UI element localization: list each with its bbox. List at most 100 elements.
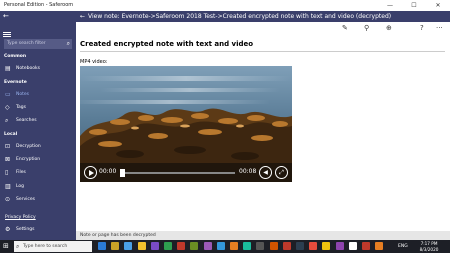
fullscreen-button[interactable]: ⤢ bbox=[275, 166, 288, 179]
taskbar-app-icon[interactable] bbox=[111, 242, 120, 250]
video-controls: 00:00 00:08 ◀ ⤢ bbox=[80, 163, 292, 182]
view-title: View note: Evernote->Saferoom 2018 Test-… bbox=[88, 13, 392, 20]
taskbar-app-icon[interactable] bbox=[309, 242, 318, 250]
note-title: Created encrypted note with text and vid… bbox=[80, 40, 254, 48]
windows-taskbar: ⊞ ⌕ Type here to search ENG 7:17 PM 8/3/… bbox=[0, 240, 450, 253]
sidebar-item-tags[interactable]: ◇ Tags bbox=[0, 102, 76, 114]
globe-icon[interactable]: ⊕ bbox=[386, 24, 392, 32]
taskbar-clock[interactable]: 7:17 PM 8/3/2020 bbox=[418, 241, 440, 252]
back-arrow-icon[interactable]: ← bbox=[3, 12, 9, 20]
search-icon: ⌕ bbox=[66, 40, 70, 47]
services-icon: ⊙ bbox=[5, 196, 11, 203]
taskbar-app-icon[interactable] bbox=[216, 242, 225, 250]
search-icon: ⌕ bbox=[16, 243, 20, 250]
taskbar-app-icon[interactable] bbox=[230, 242, 238, 250]
search-filter-placeholder: Type search filter bbox=[7, 41, 46, 46]
sidebar-item-decryption[interactable]: ⊡ Decryption bbox=[0, 141, 76, 153]
play-button[interactable] bbox=[84, 166, 97, 179]
volume-icon: ◀ bbox=[263, 169, 268, 176]
sidebar-item-label: Decryption bbox=[16, 144, 41, 149]
language-indicator[interactable]: ENG bbox=[398, 240, 408, 253]
status-text: Note or page has been decrypted bbox=[80, 233, 156, 238]
taskbar-app-icon[interactable] bbox=[282, 242, 291, 250]
sidebar-item-searches[interactable]: ⌕ Searches bbox=[0, 115, 76, 127]
taskbar-search-placeholder: Type here to search bbox=[23, 244, 68, 249]
back-arrow-icon[interactable]: ← bbox=[80, 11, 85, 22]
taskbar-app-icon[interactable] bbox=[269, 242, 278, 250]
fullscreen-icon: ⤢ bbox=[279, 169, 284, 176]
taskbar-app-icon[interactable] bbox=[150, 242, 159, 250]
volume-button[interactable]: ◀ bbox=[259, 166, 272, 179]
taskbar-app-icon[interactable] bbox=[98, 242, 106, 250]
file-icon: ▯ bbox=[5, 169, 9, 176]
taskbar-app-icon[interactable] bbox=[296, 242, 304, 250]
taskbar-app-icon[interactable] bbox=[177, 242, 186, 250]
taskbar-app-icon[interactable] bbox=[124, 242, 133, 250]
sidebar-item-label: Settings bbox=[16, 227, 35, 232]
sidebar-item-settings[interactable]: ⚙ Settings bbox=[0, 224, 76, 236]
sidebar-item-label: Encryption bbox=[16, 157, 41, 162]
section-local: Local bbox=[4, 132, 18, 137]
notebook-icon: ▤ bbox=[5, 65, 11, 72]
close-button[interactable]: ✕ bbox=[426, 0, 450, 11]
lock-icon: ⊠ bbox=[5, 156, 11, 163]
maximize-button[interactable]: ☐ bbox=[402, 0, 426, 11]
clock-time: 7:17 PM bbox=[420, 241, 438, 246]
clock-date: 8/3/2020 bbox=[419, 246, 439, 252]
sidebar-item-label: Services bbox=[16, 197, 35, 202]
section-evernote: Evernote bbox=[4, 80, 27, 85]
status-bar: Note or page has been decrypted bbox=[76, 231, 450, 240]
edit-icon[interactable]: ✎ bbox=[342, 24, 348, 32]
window-title: Personal Edition - Saferoom bbox=[4, 2, 74, 8]
help-icon[interactable]: ? bbox=[420, 24, 424, 32]
window-titlebar: Personal Edition - Saferoom — ☐ ✕ bbox=[0, 0, 450, 11]
video-seek-handle[interactable] bbox=[120, 169, 125, 177]
sidebar-item-notes[interactable]: ▭ Notes bbox=[0, 89, 76, 101]
sidebar-item-label: Notebooks bbox=[16, 66, 40, 71]
sidebar: ← Type search filter ⌕ Common ▤ Notebook… bbox=[0, 11, 76, 240]
gear-icon: ⚙ bbox=[5, 226, 11, 233]
view-header: ← View note: Evernote->Saferoom 2018 Tes… bbox=[76, 11, 450, 22]
taskbar-app-icon[interactable] bbox=[335, 242, 344, 250]
taskbar-app-icon[interactable] bbox=[348, 242, 357, 250]
taskbar-app-icon[interactable] bbox=[137, 242, 146, 250]
video-seek-bar[interactable] bbox=[120, 172, 235, 174]
search-icon: ⌕ bbox=[5, 117, 9, 124]
sidebar-item-notebooks[interactable]: ▤ Notebooks bbox=[0, 63, 76, 75]
sidebar-item-label: Tags bbox=[16, 105, 26, 110]
sidebar-item-files[interactable]: ▯ Files bbox=[0, 167, 76, 179]
video-current-time: 00:00 bbox=[99, 168, 117, 175]
sidebar-item-log[interactable]: ▥ Log bbox=[0, 181, 76, 193]
note-icon: ▭ bbox=[5, 91, 11, 98]
taskbar-app-icon[interactable] bbox=[256, 242, 265, 250]
divider bbox=[80, 51, 445, 52]
taskbar-app-icon[interactable] bbox=[362, 242, 370, 250]
unlock-icon: ⊡ bbox=[5, 143, 11, 150]
taskbar-app-icon[interactable] bbox=[322, 242, 331, 250]
taskbar-app-icon[interactable] bbox=[243, 242, 252, 250]
pin-icon[interactable]: ⚲ bbox=[364, 24, 369, 32]
taskbar-app-icon[interactable] bbox=[190, 242, 199, 250]
section-common: Common bbox=[4, 54, 27, 59]
taskbar-app-icon[interactable] bbox=[375, 242, 384, 250]
taskbar-app-icon[interactable] bbox=[164, 242, 172, 250]
sidebar-item-label: Notes bbox=[16, 92, 29, 97]
tag-icon: ◇ bbox=[5, 104, 10, 111]
minimize-button[interactable]: — bbox=[378, 0, 402, 11]
taskbar-search-input[interactable]: ⌕ Type here to search bbox=[14, 241, 92, 252]
note-toolbar: ✎ ⚲ ⊕ ? ··· bbox=[76, 22, 450, 36]
sidebar-item-label: Searches bbox=[16, 118, 37, 123]
windows-start-icon[interactable]: ⊞ bbox=[3, 243, 9, 250]
sidebar-item-label: Log bbox=[16, 184, 25, 189]
more-icon[interactable]: ··· bbox=[436, 24, 443, 32]
log-icon: ▥ bbox=[5, 183, 11, 190]
privacy-policy-link[interactable]: Privacy Policy bbox=[5, 215, 36, 220]
search-filter-input[interactable]: Type search filter ⌕ bbox=[4, 39, 72, 49]
mp4-label: MP4 video: bbox=[80, 59, 108, 65]
sidebar-item-encryption[interactable]: ⊠ Encryption bbox=[0, 154, 76, 166]
taskbar-app-icon[interactable] bbox=[203, 242, 212, 250]
play-icon bbox=[89, 170, 94, 176]
sidebar-item-services[interactable]: ⊙ Services bbox=[0, 194, 76, 206]
hamburger-menu-icon[interactable] bbox=[3, 31, 11, 39]
video-duration: 00:08 bbox=[239, 168, 257, 175]
